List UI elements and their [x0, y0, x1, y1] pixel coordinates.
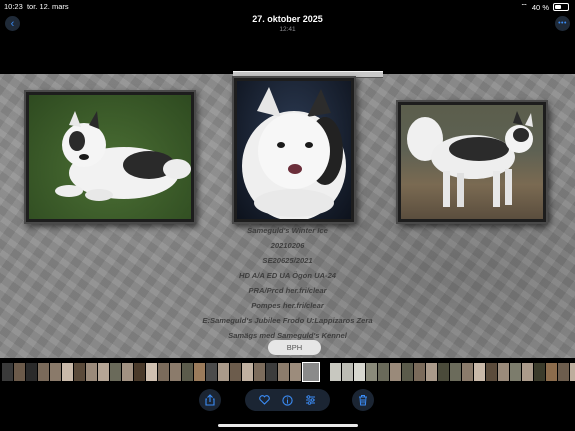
thumbnail-strip[interactable]: [0, 362, 575, 382]
caption-line: 20210206: [270, 241, 305, 250]
thumbnail[interactable]: [570, 363, 575, 381]
status-time: 10:23: [4, 2, 23, 11]
thumbnail[interactable]: [290, 363, 301, 381]
caption-line: SE20625/2021: [262, 256, 313, 265]
share-icon: [205, 394, 215, 406]
thumbnail[interactable]: [438, 363, 449, 381]
thumbnail[interactable]: [498, 363, 509, 381]
thumbnail[interactable]: [378, 363, 389, 381]
thumbnail[interactable]: [158, 363, 169, 381]
ellipsis-icon: •••: [558, 20, 567, 27]
thumbnail[interactable]: [110, 363, 121, 381]
thumbnail[interactable]: [414, 363, 425, 381]
thumbnail[interactable]: [534, 363, 545, 381]
thumbnail-selected[interactable]: [302, 362, 320, 382]
caption-line: PRA/Prcd her.fri/clear: [248, 286, 327, 295]
trash-icon: [359, 395, 367, 406]
thumbnail[interactable]: [50, 363, 61, 381]
caption-line: Sameguld's Winter Ice: [247, 226, 328, 235]
thumbnail[interactable]: [486, 363, 497, 381]
thumbnail[interactable]: [62, 363, 73, 381]
dog-standing-illustration: [407, 111, 533, 207]
thumbnail[interactable]: [170, 363, 181, 381]
thumbnail[interactable]: [354, 363, 365, 381]
thumbnail[interactable]: [206, 363, 217, 381]
thumbnail[interactable]: [134, 363, 145, 381]
heart-icon[interactable]: [259, 395, 270, 405]
action-group: [245, 389, 330, 411]
thumbnail[interactable]: [266, 363, 277, 381]
dog-photo-lying: [24, 90, 196, 224]
thumbnail[interactable]: [14, 363, 25, 381]
dog-portrait-illustration: [242, 87, 346, 219]
thumbnail[interactable]: [342, 363, 353, 381]
battery-fill: [555, 5, 561, 9]
battery-icon: [553, 3, 569, 11]
thumbnail[interactable]: [474, 363, 485, 381]
thumbnail[interactable]: [122, 363, 133, 381]
dog-lying-illustration: [55, 111, 191, 201]
thumbnail[interactable]: [558, 363, 569, 381]
adjust-icon[interactable]: [305, 395, 316, 405]
thumbnail[interactable]: [98, 363, 109, 381]
thumbnail[interactable]: [2, 363, 13, 381]
thumbnail[interactable]: [450, 363, 461, 381]
photo-time: 12:41: [279, 26, 296, 33]
thumbnail[interactable]: [278, 363, 289, 381]
thumbnail[interactable]: [86, 363, 97, 381]
info-icon[interactable]: [282, 394, 293, 406]
thumbnail[interactable]: [402, 363, 413, 381]
dog-photo-standing: [396, 100, 548, 224]
thumbnail[interactable]: [38, 363, 49, 381]
dog-photo-portrait: [232, 76, 356, 224]
thumbnail[interactable]: [230, 363, 241, 381]
thumbnail[interactable]: [366, 363, 377, 381]
thumbnail[interactable]: [182, 363, 193, 381]
thumbnail[interactable]: [510, 363, 521, 381]
thumbnail[interactable]: [194, 363, 205, 381]
more-button[interactable]: •••: [555, 16, 570, 31]
photo-header: ‹ 27. oktober 2025 12:41 •••: [0, 11, 575, 35]
caption-line: E:Sameguld's Jubilee Frodo U:Lappizaros …: [202, 316, 373, 325]
caption-line: HD A/A ED UA Ögon UA-24: [238, 271, 337, 280]
thumbnail[interactable]: [254, 363, 265, 381]
thumbnail[interactable]: [462, 363, 473, 381]
thumbnail[interactable]: [522, 363, 533, 381]
caption-line: Samägs med Sameguld's Kennel: [228, 331, 347, 340]
share-button[interactable]: [199, 389, 221, 411]
thumbnail[interactable]: [242, 363, 253, 381]
photo-viewer[interactable]: Sameguld's Winter Ice 20210206 SE20625/2…: [0, 71, 575, 358]
thumbnail[interactable]: [74, 363, 85, 381]
delete-button[interactable]: [352, 389, 374, 411]
thumbnail[interactable]: [218, 363, 229, 381]
thumbnail[interactable]: [426, 363, 437, 381]
photo-date: 27. oktober 2025: [252, 14, 323, 24]
home-indicator: [218, 424, 358, 427]
thumbnail[interactable]: [330, 363, 341, 381]
caption-line: Pompes her.fri/clear: [251, 301, 324, 310]
thumbnail[interactable]: [146, 363, 157, 381]
thumbnail[interactable]: [26, 363, 37, 381]
bottom-toolbar: [0, 389, 575, 415]
thumbnail[interactable]: [546, 363, 557, 381]
status-date: tor. 12. mars: [26, 2, 69, 11]
thumbnail[interactable]: [390, 363, 401, 381]
bph-button[interactable]: BPH: [268, 340, 321, 355]
